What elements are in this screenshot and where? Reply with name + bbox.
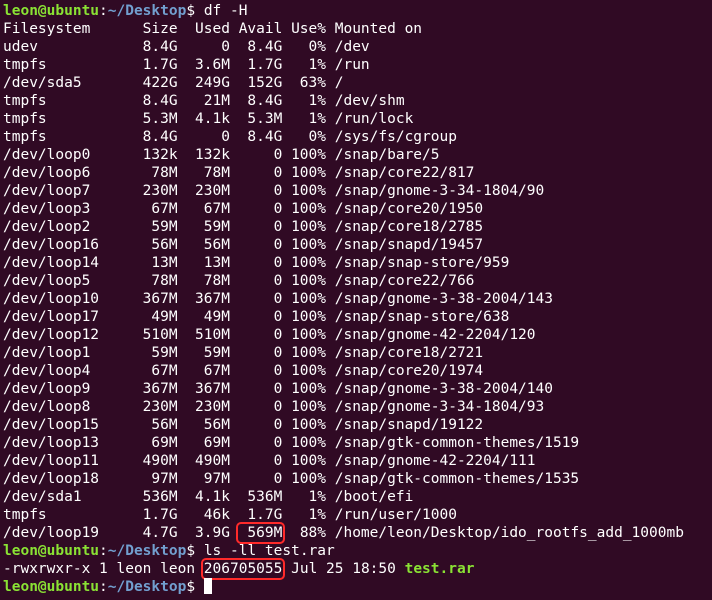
df-row: tmpfs 5.3M 4.1k 5.3M 1% /run/lock xyxy=(3,111,414,127)
df-row: /dev/loop16 56M 56M 0 100% /snap/snapd/1… xyxy=(3,237,484,253)
file-size-highlight: 206705055 xyxy=(200,558,286,580)
df-row: udev 8.4G 0 8.4G 0% /dev xyxy=(3,39,370,55)
prompt-path: ~/Desktop xyxy=(107,543,187,559)
df-row: /dev/loop10 367M 367M 0 100% /snap/gnome… xyxy=(3,291,553,307)
prompt-user: leon@ubuntu xyxy=(3,3,100,19)
prompt-path: ~/Desktop xyxy=(107,3,187,19)
avail-highlight: 569M xyxy=(235,522,286,544)
df-row: /dev/loop12 510M 510M 0 100% /snap/gnome… xyxy=(3,327,536,343)
df-row: /dev/loop14 13M 13M 0 100% /snap/snap-st… xyxy=(3,255,510,271)
df-row: /dev/loop0 132k 132k 0 100% /snap/bare/5 xyxy=(3,147,440,163)
df-row: /dev/loop7 230M 230M 0 100% /snap/gnome-… xyxy=(3,183,545,199)
df-row: /dev/loop18 97M 97M 0 100% /snap/gtk-com… xyxy=(3,471,580,487)
df-row-suffix: 88% /home/leon/Desktop/ido_rootfs_add_10… xyxy=(282,525,684,541)
df-row: /dev/loop4 67M 67M 0 100% /snap/core20/1… xyxy=(3,363,484,379)
df-row: /dev/loop9 367M 367M 0 100% /snap/gnome-… xyxy=(3,381,553,397)
df-row: /dev/loop17 49M 49M 0 100% /snap/snap-st… xyxy=(3,309,510,325)
ls-output-line: -rwxrwxr-x 1 leon leon 206705055 Jul 25 … xyxy=(3,558,712,580)
df-row: /dev/sda1 536M 4.1k 536M 1% /boot/efi xyxy=(3,489,414,505)
df-row: tmpfs 8.4G 21M 8.4G 1% /dev/shm xyxy=(3,93,405,109)
df-row: /dev/loop11 490M 490M 0 100% /snap/gnome… xyxy=(3,453,536,469)
df-row: /dev/sda5 422G 249G 152G 63% / xyxy=(3,75,344,91)
df-row: /dev/loop6 78M 78M 0 100% /snap/core22/8… xyxy=(3,165,475,181)
prompt-user: leon@ubuntu xyxy=(3,579,100,595)
prompt-line: leon@ubuntu:~/Desktop$ ls -ll test.rar xyxy=(3,542,712,560)
prompt-user: leon@ubuntu xyxy=(3,543,100,559)
df-row: /dev/loop8 230M 230M 0 100% /snap/gnome-… xyxy=(3,399,545,415)
prompt-path: ~/Desktop xyxy=(107,579,187,595)
df-row-highlighted: /dev/loop19 4.7G 3.9G 569M 88% /home/leo… xyxy=(3,522,712,544)
prompt-colon: : xyxy=(99,3,108,19)
df-row: /dev/loop13 69M 69M 0 100% /snap/gtk-com… xyxy=(3,435,580,451)
df-row: tmpfs 1.7G 3.6M 1.7G 1% /run xyxy=(3,57,370,73)
prompt-dollar: $ xyxy=(186,3,204,19)
df-output: udev 8.4G 0 8.4G 0% /dev tmpfs 1.7G 3.6M … xyxy=(3,38,712,524)
df-row: tmpfs 8.4G 0 8.4G 0% /sys/fs/cgroup xyxy=(3,129,457,145)
prompt-colon: : xyxy=(99,543,108,559)
command-text: df -H xyxy=(203,3,248,19)
df-header: Filesystem Size Used Avail Use% Mounted … xyxy=(3,21,423,37)
df-row: /dev/loop2 59M 59M 0 100% /snap/core18/2… xyxy=(3,219,484,235)
df-row: /dev/loop1 59M 59M 0 100% /snap/core18/2… xyxy=(3,345,484,361)
prompt-line[interactable]: leon@ubuntu:~/Desktop$ xyxy=(3,578,712,596)
prompt-dollar: $ xyxy=(186,579,204,595)
df-row: /dev/loop3 67M 67M 0 100% /snap/core20/1… xyxy=(3,201,484,217)
prompt-colon: : xyxy=(99,579,108,595)
command-text: ls -ll test.rar xyxy=(203,543,335,559)
df-row-prefix: /dev/loop19 4.7G 3.9G xyxy=(3,525,239,541)
ls-filename: test.rar xyxy=(404,561,475,577)
df-row: /dev/loop5 78M 78M 0 100% /snap/core22/7… xyxy=(3,273,475,289)
df-row: tmpfs 1.7G 46k 1.7G 1% /run/user/1000 xyxy=(3,507,457,523)
text-cursor xyxy=(203,578,212,594)
prompt-dollar: $ xyxy=(186,543,204,559)
ls-date: Jul 25 18:50 xyxy=(282,561,405,577)
prompt-line: leon@ubuntu:~/Desktop$ df -H xyxy=(3,2,712,20)
df-row: /dev/loop15 56M 56M 0 100% /snap/snapd/1… xyxy=(3,417,484,433)
ls-permissions-owner: -rwxrwxr-x 1 leon leon xyxy=(3,561,204,577)
terminal-window[interactable]: leon@ubuntu:~/Desktop$ df -H Filesystem … xyxy=(0,0,712,600)
